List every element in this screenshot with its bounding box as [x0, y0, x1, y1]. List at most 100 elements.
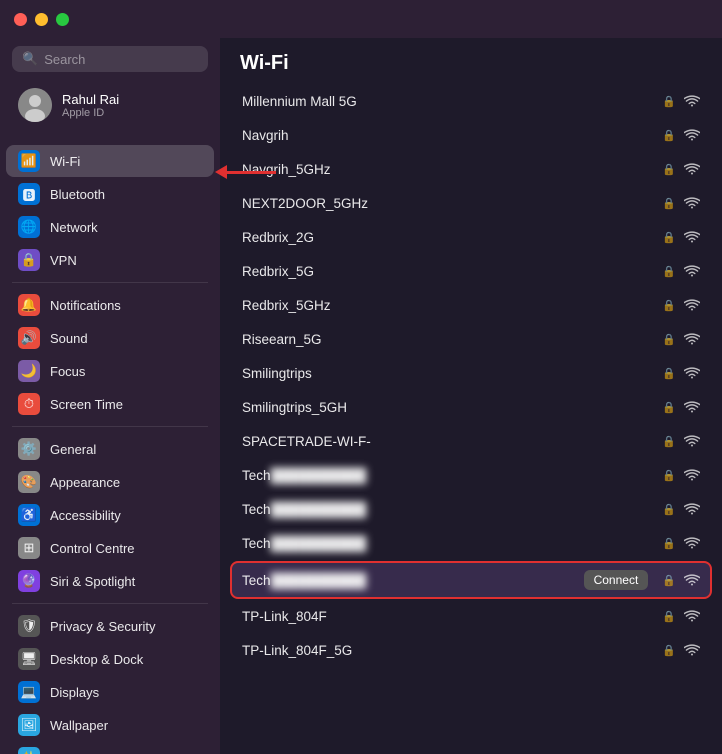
sidebar-item-screentime[interactable]: ⏱ Screen Time	[6, 388, 214, 420]
sidebar-item-notifications[interactable]: 🔔 Notifications	[6, 289, 214, 321]
lock-icon: 🔒	[662, 435, 676, 448]
sidebar-label-appearance: Appearance	[50, 475, 120, 490]
sidebar-icon-displays: 💻	[18, 681, 40, 703]
sidebar-label-screensaver: Screen Saver	[50, 751, 129, 754]
network-item[interactable]: Tech██████████ 🔒	[230, 493, 712, 526]
network-icons: 🔒	[662, 95, 700, 108]
network-name: Tech██████████	[242, 536, 662, 551]
main-layout: 🔍 Rahul Rai Apple ID 📶 Wi-Fi 🅱 Bluetoo	[0, 38, 722, 754]
profile-item[interactable]: Rahul Rai Apple ID	[6, 82, 214, 128]
close-button[interactable]	[14, 13, 27, 26]
sidebar-item-privacy[interactable]: 🛡 Privacy & Security	[6, 610, 214, 642]
search-box[interactable]: 🔍	[12, 46, 208, 72]
network-item[interactable]: Tech██████████ Connect 🔒	[230, 561, 712, 599]
wifi-icon	[684, 644, 700, 657]
network-name: NEXT2DOOR_5GHz	[242, 196, 662, 211]
lock-icon: 🔒	[662, 299, 676, 312]
sidebar-item-focus[interactable]: 🌙 Focus	[6, 355, 214, 387]
sidebar-icon-wallpaper: 🖼	[18, 714, 40, 736]
network-icons: 🔒	[662, 129, 700, 142]
sidebar-item-sound[interactable]: 🔊 Sound	[6, 322, 214, 354]
network-item[interactable]: SPACETRADE-WI-F- 🔒	[230, 425, 712, 458]
sidebar-label-bluetooth: Bluetooth	[50, 187, 105, 202]
lock-icon: 🔒	[662, 197, 676, 210]
sidebar-item-siri[interactable]: 🔮 Siri & Spotlight	[6, 565, 214, 597]
sidebar-item-bluetooth[interactable]: 🅱 Bluetooth	[6, 178, 214, 210]
sidebar-label-displays: Displays	[50, 685, 99, 700]
network-item[interactable]: Navgrih_5GHz 🔒	[230, 153, 712, 186]
sidebar-item-general[interactable]: ⚙️ General	[6, 433, 214, 465]
network-item[interactable]: Tech██████████ 🔒	[230, 459, 712, 492]
wifi-icon	[684, 401, 700, 414]
sidebar-item-accessibility[interactable]: ♿ Accessibility	[6, 499, 214, 531]
sidebar-item-network[interactable]: 🌐 Network	[6, 211, 214, 243]
lock-icon: 🔒	[662, 163, 676, 176]
network-item[interactable]: Redbrix_2G 🔒	[230, 221, 712, 254]
sidebar-icon-screensaver: ✨	[18, 747, 40, 754]
content-title: Wi-Fi	[220, 38, 722, 85]
network-item[interactable]: TP-Link_804F_5G 🔒	[230, 634, 712, 667]
network-icons: 🔒	[662, 401, 700, 414]
network-item[interactable]: Redbrix_5GHz 🔒	[230, 289, 712, 322]
network-icons: 🔒	[662, 537, 700, 550]
sidebar-item-wallpaper[interactable]: 🖼 Wallpaper	[6, 709, 214, 741]
sidebar-label-wallpaper: Wallpaper	[50, 718, 108, 733]
minimize-button[interactable]	[35, 13, 48, 26]
sidebar-icon-controlcentre: ⊞	[18, 537, 40, 559]
network-icons: Connect 🔒	[584, 570, 700, 590]
avatar	[18, 88, 52, 122]
wifi-icon	[684, 197, 700, 210]
sidebar-item-wifi[interactable]: 📶 Wi-Fi	[6, 145, 214, 177]
lock-icon: 🔒	[662, 265, 676, 278]
network-name: Smilingtrips_5GH	[242, 400, 662, 415]
wifi-icon	[684, 537, 700, 550]
sidebar-item-desktop[interactable]: 🖥 Desktop & Dock	[6, 643, 214, 675]
wifi-icon	[684, 231, 700, 244]
sidebar-item-appearance[interactable]: 🎨 Appearance	[6, 466, 214, 498]
network-icons: 🔒	[662, 610, 700, 623]
maximize-button[interactable]	[56, 13, 69, 26]
wifi-icon	[684, 129, 700, 142]
sidebar-item-displays[interactable]: 💻 Displays	[6, 676, 214, 708]
wifi-icon	[684, 95, 700, 108]
network-name: Riseearn_5G	[242, 332, 662, 347]
network-item[interactable]: Navgrih 🔒	[230, 119, 712, 152]
sidebar-item-controlcentre[interactable]: ⊞ Control Centre	[6, 532, 214, 564]
network-item[interactable]: Redbrix_5G 🔒	[230, 255, 712, 288]
sidebar-label-vpn: VPN	[50, 253, 77, 268]
connect-button[interactable]: Connect	[584, 570, 649, 590]
wifi-icon	[684, 574, 700, 587]
network-list: Millennium Mall 5G 🔒 Navgrih 🔒 Navgrih_5…	[220, 85, 722, 754]
lock-icon: 🔒	[662, 503, 676, 516]
network-item[interactable]: Tech██████████ 🔒	[230, 527, 712, 560]
network-item[interactable]: TP-Link_804F 🔒	[230, 600, 712, 633]
network-name: Redbrix_2G	[242, 230, 662, 245]
network-item[interactable]: Millennium Mall 5G 🔒	[230, 85, 712, 118]
sidebar-label-screentime: Screen Time	[50, 397, 123, 412]
lock-icon: 🔒	[662, 333, 676, 346]
sidebar-divider-8	[12, 426, 208, 427]
network-item[interactable]: Riseearn_5G 🔒	[230, 323, 712, 356]
lock-icon: 🔒	[662, 469, 676, 482]
lock-icon: 🔒	[662, 367, 676, 380]
sidebar-item-vpn[interactable]: 🔒 VPN	[6, 244, 214, 276]
network-icons: 🔒	[662, 231, 700, 244]
lock-icon: 🔒	[662, 129, 676, 142]
search-input[interactable]	[44, 52, 198, 67]
network-icons: 🔒	[662, 435, 700, 448]
sidebar-divider-13	[12, 603, 208, 604]
network-item[interactable]: NEXT2DOOR_5GHz 🔒	[230, 187, 712, 220]
network-item[interactable]: Smilingtrips_5GH 🔒	[230, 391, 712, 424]
network-name: TP-Link_804F_5G	[242, 643, 662, 658]
wifi-icon	[684, 503, 700, 516]
sidebar-icon-vpn: 🔒	[18, 249, 40, 271]
sidebar-item-screensaver[interactable]: ✨ Screen Saver	[6, 742, 214, 754]
sidebar-label-notifications: Notifications	[50, 298, 121, 313]
sidebar-label-privacy: Privacy & Security	[50, 619, 155, 634]
network-icons: 🔒	[662, 163, 700, 176]
lock-icon: 🔒	[662, 401, 676, 414]
network-item[interactable]: Smilingtrips 🔒	[230, 357, 712, 390]
network-name: TP-Link_804F	[242, 609, 662, 624]
sidebar-icon-network: 🌐	[18, 216, 40, 238]
sidebar-label-desktop: Desktop & Dock	[50, 652, 143, 667]
